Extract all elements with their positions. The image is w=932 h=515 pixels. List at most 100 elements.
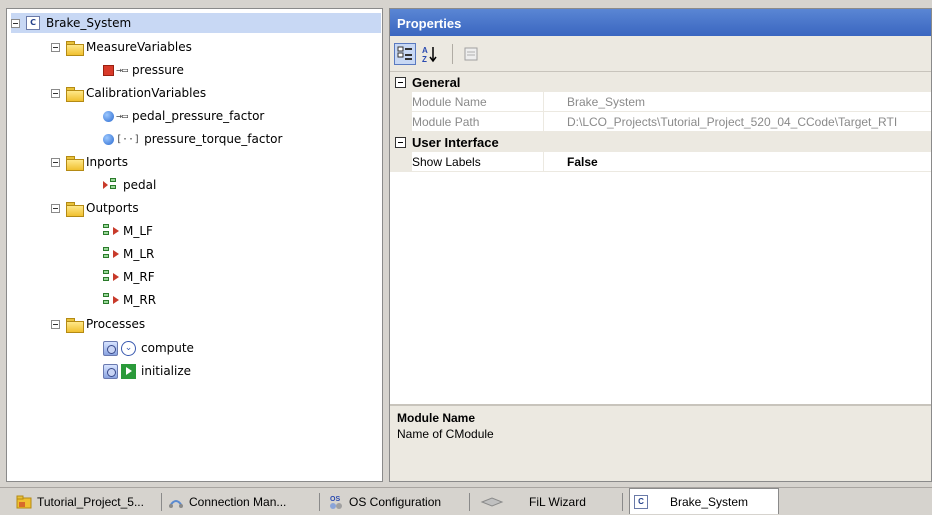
tab-label: OS Configuration xyxy=(349,495,442,509)
properties-panel: Properties A Z General Module Name Brake… xyxy=(389,8,932,482)
sort-alphabetical-icon: A Z xyxy=(422,46,437,64)
calibration-variable-icon xyxy=(103,110,114,122)
cmodule-icon: C xyxy=(26,16,40,30)
calibration-variable-icon xyxy=(103,133,114,145)
tree-item-label: M_RR xyxy=(123,293,157,307)
tab-connection-manager[interactable]: Connection Man... xyxy=(164,491,286,513)
tree-item-label: pressure_torque_factor xyxy=(144,132,283,146)
collapse-icon[interactable] xyxy=(395,76,406,88)
tree-folder-calibrationvariables[interactable]: CalibrationVariables xyxy=(51,83,206,103)
collapse-icon[interactable] xyxy=(51,319,60,329)
tree-folder-measurevariables[interactable]: MeasureVariables xyxy=(51,37,192,57)
property-pages-button[interactable] xyxy=(460,43,482,65)
collapse-icon[interactable] xyxy=(51,42,60,52)
property-row-show-labels[interactable]: Show Labels False xyxy=(390,152,931,172)
folder-icon xyxy=(66,86,84,102)
tree-folder-processes[interactable]: Processes xyxy=(51,314,145,334)
tab-fil-wizard[interactable]: FiL Wizard xyxy=(474,491,586,513)
property-name: Module Path xyxy=(412,112,544,132)
property-pages-icon xyxy=(464,47,478,61)
description-title: Module Name xyxy=(397,411,476,425)
tab-label: Tutorial_Project_5... xyxy=(37,495,144,509)
property-row-module-name[interactable]: Module Name Brake_System xyxy=(390,92,931,112)
property-value[interactable]: Brake_System xyxy=(544,92,931,112)
tree-item-label: MeasureVariables xyxy=(86,40,192,54)
timer-task-icon: ⌄ xyxy=(121,340,136,356)
collapse-icon[interactable] xyxy=(51,88,60,98)
tree-item-pressure[interactable]: →▭ pressure xyxy=(103,60,184,80)
tab-brake-system[interactable]: C Brake_System xyxy=(629,488,779,514)
tree-item-m-lf[interactable]: M_LF xyxy=(103,221,153,241)
tree-item-pressure-torque-factor[interactable]: [··] pressure_torque_factor xyxy=(103,129,282,149)
output-arrow-icon: →▭ xyxy=(116,64,129,76)
module-tree[interactable]: C Brake_System MeasureVariables →▭ press… xyxy=(6,8,383,482)
property-name: Module Name xyxy=(412,92,544,112)
application-window: C Brake_System MeasureVariables →▭ press… xyxy=(0,0,932,515)
tree-item-label: compute xyxy=(141,341,194,355)
properties-title: Properties xyxy=(390,9,931,36)
categorized-view-icon xyxy=(397,46,412,60)
inport-icon xyxy=(103,178,121,192)
toolbar-separator xyxy=(452,44,453,64)
array-icon: [··] xyxy=(116,133,141,145)
category-label: General xyxy=(412,74,461,90)
process-icon xyxy=(103,363,118,379)
tab-label: FiL Wizard xyxy=(529,495,586,509)
category-general[interactable]: General xyxy=(390,72,931,92)
tree-item-pedal[interactable]: pedal xyxy=(103,175,156,195)
tree-item-m-lr[interactable]: M_LR xyxy=(103,244,154,264)
tree-item-label: Outports xyxy=(86,201,139,215)
properties-toolbar: A Z xyxy=(390,36,931,72)
tree-item-label: pedal_pressure_factor xyxy=(132,109,265,123)
folder-icon xyxy=(66,40,84,56)
property-row-module-path[interactable]: Module Path D:\LCO_Projects\Tutorial_Pro… xyxy=(390,112,931,132)
measure-variable-icon xyxy=(103,64,114,76)
project-folder-icon xyxy=(16,494,32,510)
tree-item-label: CalibrationVariables xyxy=(86,86,207,100)
category-user-interface[interactable]: User Interface xyxy=(390,132,931,152)
property-grid[interactable]: General Module Name Brake_System Module … xyxy=(390,72,931,172)
tree-item-label: M_LR xyxy=(123,247,155,261)
collapse-icon[interactable] xyxy=(51,157,60,167)
property-value[interactable]: False xyxy=(544,152,931,172)
tree-root-brake-system[interactable]: C Brake_System xyxy=(11,13,381,33)
svg-text:Z: Z xyxy=(422,55,427,64)
fil-wizard-icon xyxy=(478,494,506,510)
tab-tutorial-project[interactable]: Tutorial_Project_5... xyxy=(12,491,144,513)
tab-os-configuration[interactable]: OS OS Configuration xyxy=(324,491,441,513)
property-description: Module Name Name of CModule xyxy=(390,404,931,481)
tree-item-m-rr[interactable]: M_RR xyxy=(103,290,156,310)
tree-item-label: pedal xyxy=(123,178,157,192)
outport-icon xyxy=(103,270,121,284)
outport-icon xyxy=(103,224,121,238)
tree-item-label: M_RF xyxy=(123,270,155,284)
collapse-icon[interactable] xyxy=(51,203,60,213)
cmodule-icon: C xyxy=(634,494,648,509)
tree-item-label: Processes xyxy=(86,317,146,331)
svg-text:A: A xyxy=(422,46,428,55)
os-configuration-icon: OS xyxy=(328,494,344,510)
connection-manager-icon xyxy=(168,494,184,510)
tree-folder-outports[interactable]: Outports xyxy=(51,198,139,218)
property-name: Show Labels xyxy=(412,152,544,172)
tree-item-pedal-pressure-factor[interactable]: →▭ pedal_pressure_factor xyxy=(103,106,264,126)
tree-item-compute[interactable]: ⌄ compute xyxy=(103,338,194,358)
process-icon xyxy=(103,340,118,356)
property-value[interactable]: D:\LCO_Projects\Tutorial_Project_520_04_… xyxy=(544,112,931,132)
outport-icon xyxy=(103,293,121,307)
folder-icon xyxy=(66,155,84,171)
tree-folder-inports[interactable]: Inports xyxy=(51,152,128,172)
alphabetical-sort-button[interactable]: A Z xyxy=(418,43,440,65)
document-tabs: Tutorial_Project_5... Connection Man... … xyxy=(0,487,932,515)
svg-text:OS: OS xyxy=(330,496,340,503)
outport-icon xyxy=(103,247,121,261)
tree-item-initialize[interactable]: initialize xyxy=(103,361,191,381)
folder-icon xyxy=(66,201,84,217)
tab-label: Connection Man... xyxy=(189,495,287,509)
collapse-icon[interactable] xyxy=(11,18,20,28)
categorized-view-button[interactable] xyxy=(394,43,416,65)
collapse-icon[interactable] xyxy=(395,136,406,148)
tree-root-label: Brake_System xyxy=(46,16,132,30)
tree-item-label: M_LF xyxy=(123,224,153,238)
tree-item-m-rf[interactable]: M_RF xyxy=(103,267,155,287)
